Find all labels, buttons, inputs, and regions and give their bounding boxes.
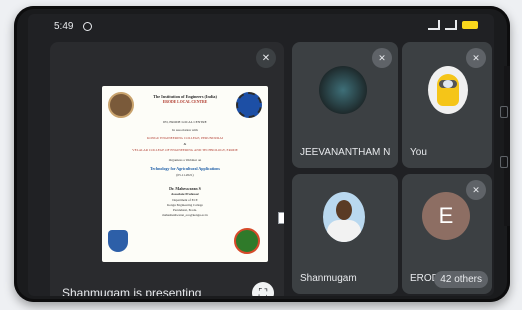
slide-text: Perundurai, Erode. bbox=[173, 208, 197, 212]
slide-text: (05.11.2021) bbox=[176, 173, 194, 177]
meet-screen: 5:49 ✕ The Institution of Engineers (Ind… bbox=[28, 14, 494, 296]
participant-tile[interactable]: ✕ E ERODE 42 others bbox=[402, 174, 492, 294]
slide-text: Department of ECE bbox=[172, 198, 198, 202]
mic-off-icon: ✕ bbox=[466, 180, 486, 200]
slide-text: Kongu Engineering College bbox=[167, 203, 203, 207]
mic-off-icon: ✕ bbox=[372, 48, 392, 68]
shared-slide: The Institution of Engineers (India) ERO… bbox=[102, 86, 268, 262]
status-bar: 5:49 bbox=[28, 14, 494, 38]
college-gear-logo bbox=[236, 92, 262, 118]
nav-button[interactable] bbox=[500, 156, 508, 168]
presenter-label: Shanmugam is presenting bbox=[62, 286, 202, 296]
slide-text: Dr. Maheswaran S bbox=[169, 186, 201, 191]
slide-text: KONGU ENGINEERING COLLEGE, PERUNDURAI bbox=[147, 136, 223, 140]
fullscreen-button[interactable]: ⛶ bbox=[252, 282, 274, 296]
wifi-icon bbox=[428, 20, 440, 30]
vcet-logo bbox=[234, 228, 260, 254]
others-count-button[interactable]: 42 others bbox=[434, 271, 488, 288]
slide-text: Organizes a Webinar on bbox=[168, 158, 202, 162]
iei-logo bbox=[108, 92, 134, 118]
status-icons bbox=[428, 20, 478, 30]
slide-text: Associate Professor bbox=[170, 192, 200, 196]
slide-text: VELALAR COLLEGE OF ENGINEERING AND TECHN… bbox=[132, 148, 238, 152]
slide-text: IEI, ERODE LOCAL CENTRE bbox=[163, 120, 207, 124]
minion-eye bbox=[443, 80, 453, 88]
mic-off-icon: ✕ bbox=[256, 48, 276, 68]
participant-name: Shanmugam bbox=[300, 273, 357, 284]
battery-icon bbox=[462, 21, 478, 29]
avatar bbox=[319, 66, 367, 114]
participant-name: JEEVANANTHAM N bbox=[300, 147, 391, 158]
cursor-box bbox=[278, 212, 284, 224]
presentation-tile[interactable]: ✕ The Institution of Engineers (India) E… bbox=[50, 42, 284, 296]
mic-off-icon: ✕ bbox=[466, 48, 486, 68]
slide-text: In association with bbox=[172, 128, 198, 132]
nav-button[interactable] bbox=[500, 106, 508, 118]
slide-text: & bbox=[183, 142, 187, 146]
minion-body bbox=[437, 74, 459, 106]
avatar bbox=[323, 192, 365, 242]
status-time: 5:49 bbox=[54, 21, 74, 32]
slide-text: Technology for Agricultural Applications bbox=[150, 166, 220, 171]
notification-icon bbox=[83, 22, 92, 31]
phone-side-bar bbox=[500, 66, 510, 226]
phone-frame: 5:49 ✕ The Institution of Engineers (Ind… bbox=[14, 6, 510, 302]
kongu-logo bbox=[108, 230, 128, 252]
slide-text: mahesheshwaran_ece@kongu.ac.in bbox=[162, 213, 208, 217]
avatar-head bbox=[336, 200, 352, 220]
participant-name: You bbox=[410, 147, 427, 158]
slide-text: The Institution of Engineers (India) bbox=[153, 94, 217, 99]
participant-tile[interactable]: ✕ JEEVANANTHAM N bbox=[292, 42, 398, 168]
avatar-initial: E bbox=[422, 192, 470, 240]
participant-tile-self[interactable]: ✕ You bbox=[402, 42, 492, 168]
participant-tile[interactable]: Shanmugam bbox=[292, 174, 398, 294]
slide-text: ERODE LOCAL CENTRE bbox=[162, 100, 208, 104]
signal-icon bbox=[445, 20, 457, 30]
avatar-torso bbox=[327, 220, 361, 242]
avatar bbox=[428, 66, 468, 114]
